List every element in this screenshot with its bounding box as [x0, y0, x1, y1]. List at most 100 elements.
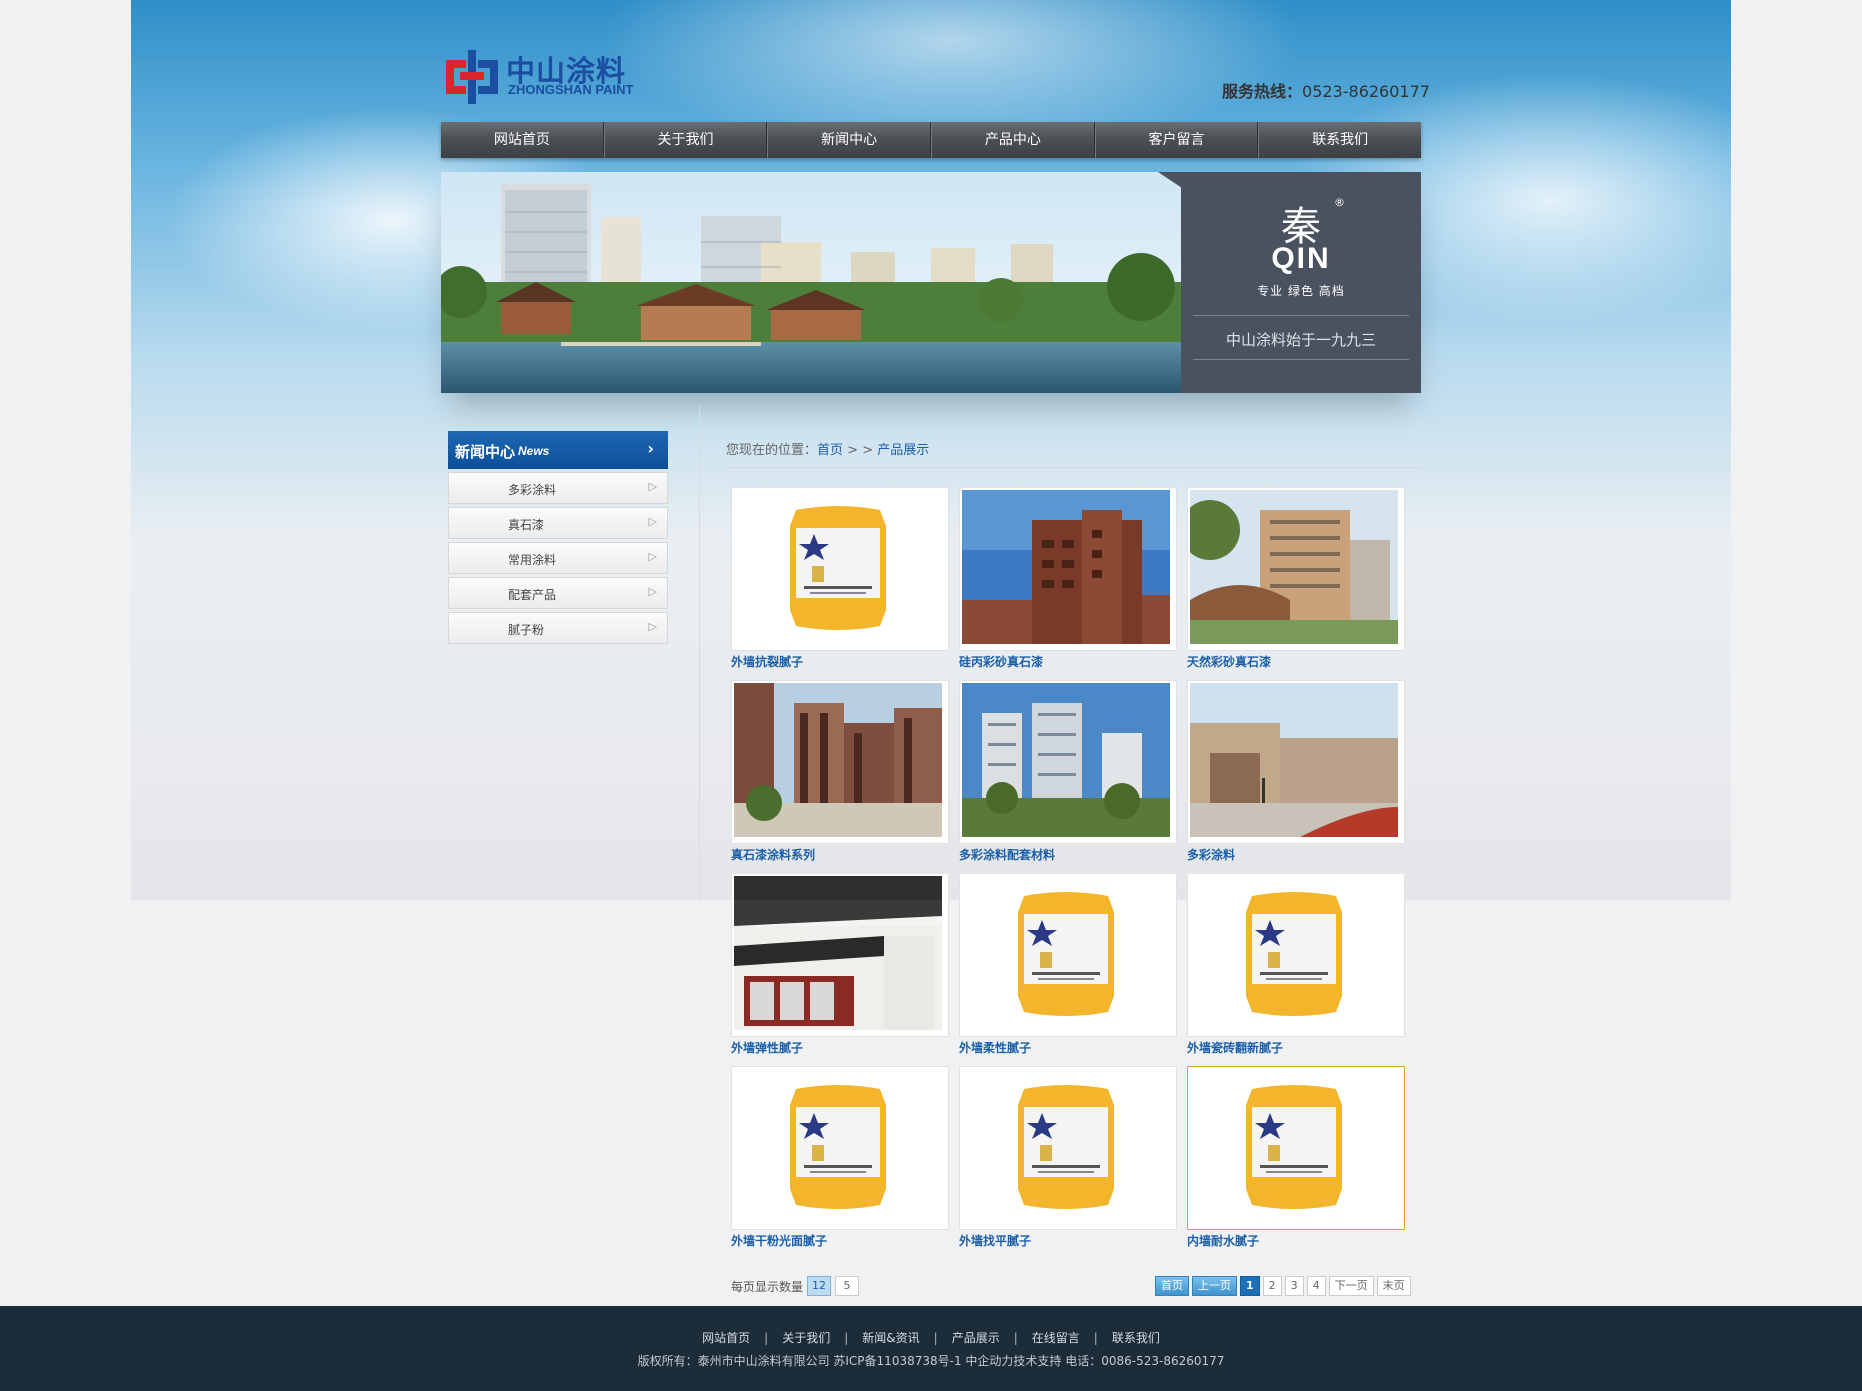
registered-mark-icon: ® [1334, 196, 1345, 209]
site-logo[interactable]: 中山涂料 ZHONGSHAN PAINT [442, 44, 652, 110]
sidebar-item-label: 多彩涂料 [508, 483, 557, 497]
product-card[interactable]: 硅丙彩砂真石漆 [959, 487, 1177, 671]
footer-link-products[interactable]: 产品展示 [952, 1331, 1000, 1345]
hero-banner: 秦 ® QIN 专业 绿色 高档 中山涂料始于一九九三 [441, 172, 1421, 393]
product-thumbnail[interactable] [731, 873, 949, 1037]
product-name[interactable]: 外墙抗裂腻子 [731, 653, 803, 670]
chevron-right-icon: ▷ [648, 620, 657, 633]
product-thumbnail[interactable] [1187, 487, 1405, 651]
putty-bag-image [962, 1069, 1170, 1223]
nav-item-products[interactable]: 产品中心 [931, 122, 1095, 158]
product-card[interactable]: 外墙找平腻子 [959, 1066, 1177, 1250]
tall-towers-image [734, 683, 942, 837]
product-name[interactable]: 多彩涂料配套材料 [959, 846, 1055, 863]
sidebar-item-label: 配套产品 [508, 588, 557, 602]
sidebar-title-en: News [518, 444, 550, 458]
product-name[interactable]: 外墙柔性腻子 [959, 1039, 1031, 1056]
product-thumbnail[interactable] [1187, 680, 1405, 844]
nav-item-about[interactable]: 关于我们 [603, 122, 768, 158]
product-name[interactable]: 天然彩砂真石漆 [1187, 653, 1271, 670]
nav-item-guestbook[interactable]: 客户留言 [1094, 122, 1259, 158]
product-name[interactable]: 外墙瓷砖翻新腻子 [1187, 1039, 1283, 1056]
product-card[interactable]: 外墙弹性腻子 [731, 873, 949, 1057]
sidebar-item-label: 腻子粉 [508, 623, 545, 637]
product-thumbnail[interactable] [959, 680, 1177, 844]
product-thumbnail[interactable] [1187, 873, 1405, 1037]
product-card[interactable]: 多彩涂料 [1187, 680, 1405, 864]
sidebar-title: 新闻中心 [455, 443, 516, 461]
gatehouse-image [1190, 683, 1398, 837]
service-hotline: 服务热线：0523-86260177 [1222, 78, 1430, 102]
chevron-right-icon: ▷ [648, 515, 657, 528]
product-card[interactable]: 外墙抗裂腻子 [731, 487, 949, 671]
footer-link-message[interactable]: 在线留言 [1032, 1331, 1080, 1345]
sidebar-header[interactable]: 新闻中心 News › [448, 431, 668, 469]
product-thumbnail[interactable] [731, 1066, 949, 1230]
chevron-right-icon: ▷ [648, 550, 657, 563]
product-name[interactable]: 多彩涂料 [1187, 846, 1235, 863]
product-card[interactable]: 天然彩砂真石漆 [1187, 487, 1405, 671]
product-name[interactable]: 外墙找平腻子 [959, 1232, 1031, 1249]
sidebar: 新闻中心 News › 多彩涂料 ▷ 真石漆 ▷ 常用涂料 ▷ 配套产品 ▷ 腻… [448, 431, 668, 644]
hotline-number: 0523-86260177 [1302, 82, 1430, 101]
putty-bag-image [734, 490, 942, 644]
nav-item-news[interactable]: 新闻中心 [767, 122, 932, 158]
site-footer: 网站首页 | 关于我们 | 新闻&资讯 | 产品展示 | 在线留言 | 联系我们 版权所有：泰州市中… [0, 1306, 1862, 1391]
product-name[interactable]: 真石漆涂料系列 [731, 846, 815, 863]
footer-link-news[interactable]: 新闻&资讯 [862, 1331, 919, 1345]
page-1-button[interactable]: 1 [1240, 1276, 1260, 1296]
per-page-option-5[interactable]: 5 [835, 1276, 860, 1296]
breadcrumb-current[interactable]: 产品展示 [877, 443, 929, 458]
footer-link-about[interactable]: 关于我们 [782, 1331, 830, 1345]
putty-bag-image [962, 876, 1170, 1030]
first-page-button[interactable]: 首页 [1155, 1276, 1189, 1296]
next-page-button[interactable]: 下一页 [1328, 1276, 1374, 1296]
product-thumbnail[interactable] [1187, 1066, 1405, 1230]
page-2-button[interactable]: 2 [1262, 1276, 1282, 1296]
page-4-button[interactable]: 4 [1306, 1276, 1326, 1296]
logo-mark-icon [446, 50, 498, 104]
footer-link-contact[interactable]: 联系我们 [1112, 1331, 1160, 1345]
breadcrumb-underline [726, 467, 1420, 468]
product-card[interactable]: 真石漆涂料系列 [731, 680, 949, 864]
product-name[interactable]: 外墙弹性腻子 [731, 1039, 803, 1056]
putty-bag-image [734, 1069, 942, 1223]
blue-towers-image [962, 683, 1170, 837]
product-card[interactable]: 外墙瓷砖翻新腻子 [1187, 873, 1405, 1057]
product-thumbnail[interactable] [959, 487, 1177, 651]
footer-link-home[interactable]: 网站首页 [702, 1331, 750, 1345]
product-thumbnail[interactable] [959, 1066, 1177, 1230]
nav-item-home[interactable]: 网站首页 [441, 122, 604, 158]
nav-item-contact[interactable]: 联系我们 [1258, 122, 1421, 158]
sidebar-item-common-paint[interactable]: 常用涂料 ▷ [448, 542, 668, 574]
banner-divider [1193, 359, 1409, 360]
page-3-button[interactable]: 3 [1284, 1276, 1304, 1296]
prev-page-button[interactable]: 上一页 [1192, 1276, 1237, 1296]
sidebar-item-putty-powder[interactable]: 腻子粉 ▷ [448, 612, 668, 644]
product-thumbnail[interactable] [731, 487, 949, 651]
copyright-text: 版权所有：泰州市中山涂料有限公司 苏ICP备11038738号-1 中企动力技术… [637, 1354, 1225, 1368]
product-name[interactable]: 内墙耐水腻子 [1187, 1232, 1259, 1249]
product-card[interactable]: 外墙柔性腻子 [959, 873, 1177, 1057]
breadcrumb-separator: > > [843, 443, 878, 458]
product-card[interactable]: 多彩涂料配套材料 [959, 680, 1177, 864]
per-page-option-12[interactable]: 12 [807, 1276, 832, 1296]
putty-bag-image [1190, 1069, 1398, 1223]
product-thumbnail[interactable] [959, 873, 1177, 1037]
brand-mark-en: QIN [1271, 242, 1331, 275]
banner-photo-residential-skyline [441, 172, 1181, 393]
footer-separator: | [844, 1331, 849, 1345]
breadcrumb-home-link[interactable]: 首页 [817, 443, 843, 458]
product-card[interactable]: 外墙干粉光面腻子 [731, 1066, 949, 1250]
product-name[interactable]: 外墙干粉光面腻子 [731, 1232, 827, 1249]
product-name[interactable]: 硅丙彩砂真石漆 [959, 653, 1043, 670]
sidebar-item-multicolor-paint[interactable]: 多彩涂料 ▷ [448, 472, 668, 504]
brick-building-image [962, 490, 1170, 644]
product-card[interactable]: 内墙耐水腻子 [1187, 1066, 1405, 1250]
last-page-button[interactable]: 末页 [1376, 1276, 1411, 1296]
footer-separator: | [1093, 1331, 1098, 1345]
sidebar-item-stone-paint[interactable]: 真石漆 ▷ [448, 507, 668, 539]
product-thumbnail[interactable] [731, 680, 949, 844]
sidebar-item-label: 真石漆 [508, 518, 545, 532]
sidebar-item-accessories[interactable]: 配套产品 ▷ [448, 577, 668, 609]
